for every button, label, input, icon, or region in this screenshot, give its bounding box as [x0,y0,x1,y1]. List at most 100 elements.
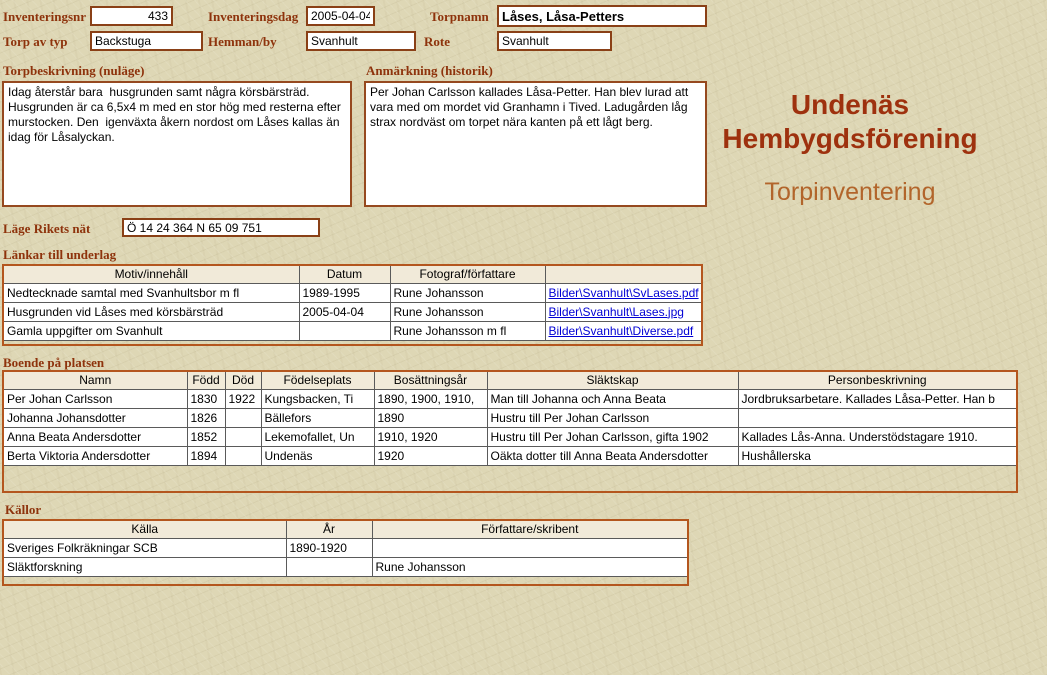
boende-col-fodd: Född [187,372,225,389]
links-col-datum: Datum [299,266,390,283]
links-header-row: Motiv/innehåll Datum Fotograf/författare [4,266,701,283]
boende-bosattningsar: 1890 [374,408,487,427]
org-title-line1: Undenäs [685,88,1015,122]
boende-personbeskrivning [738,408,1016,427]
boende-namn: Per Johan Carlsson [4,389,187,408]
boende-namn: Johanna Johansdotter [4,408,187,427]
boende-personbeskrivning: Kallades Lås-Anna. Understödstagare 1910… [738,427,1016,446]
link-datum: 2005-04-04 [299,302,390,321]
table-row: Nedtecknade samtal med Svanhultsbor m fl… [4,283,701,302]
boende-bosattningsar: 1920 [374,446,487,465]
boende-section-heading: Boende på platsen [3,355,104,371]
kallor-ar: 1890-1920 [286,538,372,557]
boende-col-dod: Död [225,372,261,389]
links-table: Motiv/innehåll Datum Fotograf/författare… [2,264,703,346]
kallor-ar [286,557,372,576]
link-motiv: Gamla uppgifter om Svanhult [4,321,299,340]
boende-slaktskap: Hustru till Per Johan Carlsson, gifta 19… [487,427,738,446]
boende-col-bosattningsar: Bosättningsår [374,372,487,389]
link-motiv: Nedtecknade samtal med Svanhultsbor m fl [4,283,299,302]
org-title-line2: Hembygdsförening [685,122,1015,156]
table-row: Sveriges Folkräkningar SCB 1890-1920 [4,538,687,557]
inventeringsdag-label: Inventeringsdag [208,9,298,25]
link-fotograf: Rune Johansson [390,283,545,302]
boende-bosattningsar: 1890, 1900, 1910, [374,389,487,408]
boende-fodd: 1826 [187,408,225,427]
boende-dod [225,427,261,446]
link-datum [299,321,390,340]
boende-col-slaktskap: Släktskap [487,372,738,389]
boende-dod: 1922 [225,389,261,408]
anmarkning-label: Anmärkning (historik) [366,63,493,79]
inventeringsnr-input[interactable] [90,6,173,26]
link-datum: 1989-1995 [299,283,390,302]
links-col-motiv: Motiv/innehåll [4,266,299,283]
file-link[interactable]: Bilder\Svanhult\Lases.jpg [549,305,684,319]
boende-fodelseplats: Undenäs [261,446,374,465]
link-cell: Bilder\Svanhult\SvLases.pdf [545,283,701,302]
inventeringsdag-input[interactable] [306,6,375,26]
links-col-fotograf: Fotograf/författare [390,266,545,283]
boende-col-namn: Namn [4,372,187,389]
rote-input[interactable] [497,31,612,51]
hemman-by-input[interactable] [306,31,416,51]
boende-namn: Berta Viktoria Andersdotter [4,446,187,465]
table-row: Husgrunden vid Låses med körsbärsträd 20… [4,302,701,321]
boende-fodelseplats: Kungsbacken, Ti [261,389,374,408]
torp-av-typ-label: Torp av typ [3,34,68,50]
hemman-by-label: Hemman/by [208,34,277,50]
table-row: Gamla uppgifter om Svanhult Rune Johanss… [4,321,701,340]
table-row: Anna Beata Andersdotter 1852 Lekemofalle… [4,427,1016,446]
torpbeskrivning-label: Torpbeskrivning (nuläge) [3,63,144,79]
link-cell: Bilder\Svanhult\Diverse.pdf [545,321,701,340]
kallor-section-heading: Källor [5,502,41,518]
rote-label: Rote [424,34,450,50]
kallor-col-forfattare: Författare/skribent [372,521,687,538]
link-fotograf: Rune Johansson [390,302,545,321]
boende-personbeskrivning: Hushållerska [738,446,1016,465]
boende-namn: Anna Beata Andersdotter [4,427,187,446]
torp-av-typ-input[interactable] [90,31,203,51]
table-row: Berta Viktoria Andersdotter 1894 Undenäs… [4,446,1016,465]
boende-header-row: Namn Född Död Födelseplats Bosättningsår… [4,372,1016,389]
lage-input[interactable] [122,218,320,237]
boende-fodd: 1894 [187,446,225,465]
kallor-header-row: Källa År Författare/skribent [4,521,687,538]
boende-fodd: 1852 [187,427,225,446]
boende-fodelseplats: Bällefors [261,408,374,427]
kallor-kalla: Sveriges Folkräkningar SCB [4,538,286,557]
boende-fodd: 1830 [187,389,225,408]
boende-dod [225,446,261,465]
link-motiv: Husgrunden vid Låses med körsbärsträd [4,302,299,321]
links-section-heading: Länkar till underlag [3,247,116,263]
boende-slaktskap: Hustru till Per Johan Carlsson [487,408,738,427]
link-cell: Bilder\Svanhult\Lases.jpg [545,302,701,321]
boende-slaktskap: Oäkta dotter till Anna Beata Andersdotte… [487,446,738,465]
boende-table: Namn Född Död Födelseplats Bosättningsår… [2,370,1018,493]
torpnamn-input[interactable] [497,5,707,27]
boende-col-fodelseplats: Födelseplats [261,372,374,389]
page-title: Torpinventering [685,178,1015,207]
kallor-table: Källa År Författare/skribent Sveriges Fo… [2,519,689,586]
file-link[interactable]: Bilder\Svanhult\SvLases.pdf [549,286,699,300]
org-title-block: Undenäs Hembygdsförening Torpinventering [685,88,1015,207]
link-fotograf: Rune Johansson m fl [390,321,545,340]
file-link[interactable]: Bilder\Svanhult\Diverse.pdf [549,324,694,338]
torpinventering-form: { "title": { "line1": "Undenäs", "line2"… [0,0,1047,675]
inventeringsnr-label: Inventeringsnr [3,9,86,25]
torpnamn-label: Torpnamn [430,9,489,25]
torpbeskrivning-textarea[interactable]: Idag återstår bara husgrunden samt några… [2,81,352,207]
boende-col-personbeskrivning: Personbeskrivning [738,372,1016,389]
table-row: Per Johan Carlsson 1830 1922 Kungsbacken… [4,389,1016,408]
kallor-col-ar: År [286,521,372,538]
anmarkning-textarea[interactable]: Per Johan Carlsson kallades Låsa-Petter.… [364,81,707,207]
boende-fodelseplats: Lekemofallet, Un [261,427,374,446]
boende-slaktskap: Man till Johanna och Anna Beata [487,389,738,408]
kallor-kalla: Släktforskning [4,557,286,576]
lage-label: Läge Rikets nät [3,221,90,237]
table-row: Släktforskning Rune Johansson [4,557,687,576]
boende-personbeskrivning: Jordbruksarbetare. Kallades Låsa-Petter.… [738,389,1016,408]
boende-dod [225,408,261,427]
table-row: Johanna Johansdotter 1826 Bällefors 1890… [4,408,1016,427]
kallor-forfattare [372,538,687,557]
